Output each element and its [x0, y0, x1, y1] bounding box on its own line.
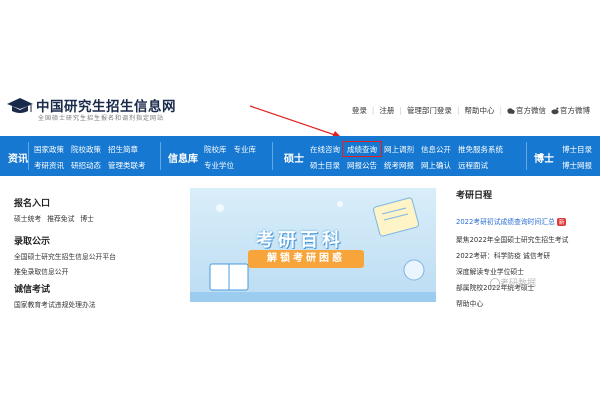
news-item[interactable]: 聚焦2022年全国硕士研究生招生考试 — [456, 234, 568, 244]
nav-link-wangshang-queren[interactable]: 网上确认 — [421, 160, 451, 171]
top-links: 登录 | 注册 | 管理部门登录 | 帮助中心 | 官方微信 官方微博 — [352, 105, 590, 116]
watermark: 考研数据 — [500, 279, 537, 289]
chengxin-link-weigui[interactable]: 国家教育考试违规处理办法 — [14, 299, 96, 309]
baoming-section: 报名入口 硕士统考 推荐免试 博士 — [14, 196, 94, 223]
baoming-link-tongkao[interactable]: 硕士统考 — [14, 213, 41, 223]
admin-login-link[interactable]: 管理部门登录 — [407, 105, 452, 116]
nav-xinxiku-row2: 专业学位 — [204, 160, 234, 171]
banner-title: 考研百科 — [256, 230, 344, 251]
nav-link-zhaosheng-jianzhang[interactable]: 招生简章 — [108, 144, 138, 155]
login-link[interactable]: 登录 — [352, 105, 367, 116]
separator: | — [499, 106, 502, 115]
nav-link-wangshang-tiaoji[interactable]: 网上调剂 — [384, 144, 414, 155]
baoming-title: 报名入口 — [14, 199, 51, 209]
page-bottom — [0, 312, 600, 400]
nav-link-guanlilei-liankao[interactable]: 管理类联考 — [108, 160, 146, 171]
nav-divider — [160, 142, 161, 170]
wechat-icon — [507, 107, 515, 114]
luqu-link-platform[interactable]: 全国硕士研究生招生信息公开平台 — [14, 251, 116, 261]
banner-ribbon: 解锁考研困惑 — [248, 250, 364, 268]
nav-category-zixun[interactable]: 资讯 — [8, 150, 28, 165]
nav-divider — [272, 142, 273, 170]
weixin-label: 官方微信 — [516, 106, 546, 115]
nav-zixun-row1: 国家政策 院校政策 招生简章 — [34, 144, 138, 155]
news-item-text: 2022考研初试成绩查询时间汇总 — [456, 218, 555, 226]
help-center-link[interactable]: 帮助中心 — [464, 105, 494, 116]
site-title[interactable]: 中国研究生招生信息网 — [36, 95, 176, 115]
baoming-links: 硕士统考 推荐免试 博士 — [14, 213, 94, 223]
site-subtitle: 全国硕士研究生招生报名和调剂指定网站 — [38, 115, 165, 122]
new-badge: 新 — [556, 218, 567, 226]
watermark-icon — [490, 278, 500, 288]
nav-link-guojia-zhengce[interactable]: 国家政策 — [34, 144, 64, 155]
nav-link-boshi-wangbao[interactable]: 博士网报 — [562, 160, 592, 171]
page: 中国研究生招生信息网 全国硕士研究生招生报名和调剂指定网站 登录 | 注册 | … — [0, 0, 600, 400]
main-nav: 资讯 国家政策 院校政策 招生简章 考研资讯 研招动态 管理类联考 信息库 院校… — [0, 136, 600, 176]
separator: | — [371, 106, 375, 115]
news-item[interactable]: 2022考研：科学防疫 诚信考研 — [456, 250, 550, 260]
register-link[interactable]: 注册 — [379, 105, 394, 116]
nav-divider — [28, 142, 29, 170]
baoming-link-tuimian[interactable]: 推荐免试 — [47, 213, 74, 223]
weixin-link[interactable]: 官方微信 — [507, 105, 546, 116]
baoming-link-boshi[interactable]: 博士 — [80, 213, 94, 223]
nav-link-zaixian-zixun[interactable]: 在线咨询 — [310, 144, 340, 155]
nav-link-yanzhao-dongtai[interactable]: 研招动态 — [71, 160, 101, 171]
nav-boshi-row1: 博士目录 — [562, 144, 592, 155]
nav-category-boshi[interactable]: 博士 — [534, 150, 554, 165]
nav-link-xinxi-gongkai[interactable]: 信息公开 — [421, 144, 451, 155]
right-panel: 考研日程 2022考研初试成绩查询时间汇总新 聚焦2022年全国硕士研究生招生考… — [452, 186, 600, 312]
banner[interactable]: 考研百科 解锁考研困惑 — [190, 188, 436, 302]
nav-link-kaoyan-zixun[interactable]: 考研资讯 — [34, 160, 64, 171]
luqu-link-tuimian[interactable]: 推免录取信息公开 — [14, 266, 116, 276]
nav-zixun-row2: 考研资讯 研招动态 管理类联考 — [34, 160, 146, 171]
left-panel: 报名入口 硕士统考 推荐免试 博士 录取公示 全国硕士研究生招生信息公开平台 推… — [8, 186, 170, 309]
weibo-label: 官方微博 — [560, 106, 590, 115]
nav-link-yuanxiaoku[interactable]: 院校库 — [204, 144, 227, 155]
nav-category-shuoshi[interactable]: 硕士 — [284, 150, 304, 165]
nav-link-zhuanye-xuewei[interactable]: 专业学位 — [204, 160, 234, 171]
nav-link-zhuanyeku[interactable]: 专业库 — [234, 144, 257, 155]
nav-link-yuancheng-mianshi[interactable]: 远程面试 — [458, 160, 488, 171]
nav-link-tuimian-fuwu[interactable]: 推免服务系统 — [458, 144, 503, 155]
nav-divider — [526, 142, 527, 170]
news-item[interactable]: 深度解读专业学位硕士 — [456, 266, 524, 276]
nav-boshi-row2: 博士网报 — [562, 160, 592, 171]
graduation-cap-icon — [7, 98, 33, 113]
nav-xinxiku-row1: 院校库 专业库 — [204, 144, 256, 155]
highlight-box — [342, 141, 382, 157]
schedule-title: 考研日程 — [456, 191, 493, 201]
news-item[interactable]: 2022考研初试成绩查询时间汇总新 — [456, 216, 567, 226]
weibo-link[interactable]: 官方微博 — [551, 105, 590, 116]
luqu-title: 录取公示 — [14, 237, 51, 247]
chengxin-section: 诚信考试 国家教育考试违规处理办法 — [14, 282, 96, 309]
nav-link-wangbao-gonggao[interactable]: 网报公告 — [347, 160, 377, 171]
luqu-section: 录取公示 全国硕士研究生招生信息公开平台 推免录取信息公开 — [14, 234, 116, 276]
nav-link-tongkao-wangbao[interactable]: 统考网报 — [384, 160, 414, 171]
site-header: 中国研究生招生信息网 全国硕士研究生招生报名和调剂指定网站 登录 | 注册 | … — [0, 88, 600, 128]
nav-shuoshi-row1: 在线咨询 成绩查询 网上调剂 信息公开 推免服务系统 — [310, 144, 503, 155]
nav-category-xinxiku[interactable]: 信息库 — [168, 150, 198, 165]
separator: | — [399, 106, 402, 115]
separator: | — [456, 106, 460, 115]
chengxin-title: 诚信考试 — [14, 285, 51, 295]
nav-shuoshi-row2: 硕士目录 网报公告 统考网报 网上确认 远程面试 — [310, 160, 488, 171]
nav-link-yuanxiao-zhengce[interactable]: 院校政策 — [71, 144, 101, 155]
nav-link-shuoshi-mulu[interactable]: 硕士目录 — [310, 160, 340, 171]
news-item[interactable]: 帮助中心 — [456, 298, 483, 308]
nav-link-boshi-mulu[interactable]: 博士目录 — [562, 144, 592, 155]
weibo-icon — [551, 107, 559, 114]
